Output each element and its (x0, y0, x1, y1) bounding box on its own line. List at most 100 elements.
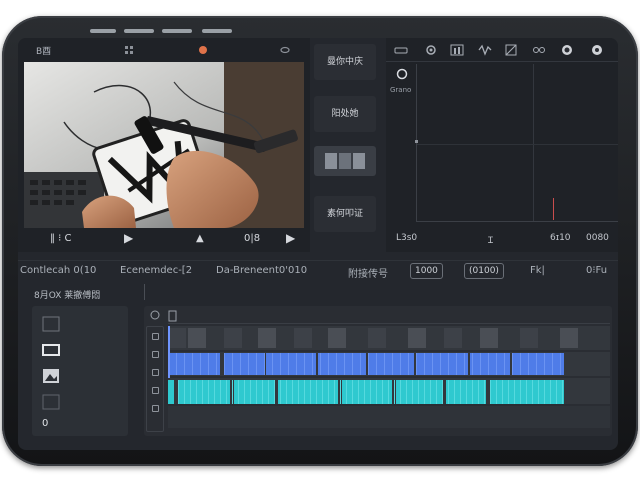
clip-frame-line[interactable] (512, 353, 513, 375)
clip-frame-line[interactable] (528, 353, 529, 375)
audio-wave-line[interactable] (508, 380, 509, 404)
audio-wave-line[interactable] (526, 380, 527, 404)
clip-frame-line[interactable] (504, 353, 505, 375)
clip-frame-line[interactable] (344, 353, 345, 375)
clip-frame-line[interactable] (288, 353, 289, 375)
video-thumbnail[interactable] (480, 328, 498, 348)
audio-wave-line[interactable] (400, 380, 401, 404)
audio-wave-line[interactable] (556, 380, 557, 404)
clip-frame-line[interactable] (408, 353, 409, 375)
video-thumbnail[interactable] (168, 328, 186, 348)
scope-mode-icon[interactable] (394, 43, 408, 57)
clip-frame-line[interactable] (184, 353, 185, 375)
audio-wave-line[interactable] (310, 380, 311, 404)
video-clip[interactable] (318, 353, 366, 375)
video-thumbnail[interactable] (328, 328, 346, 348)
audio-wave-line[interactable] (424, 380, 425, 404)
image-icon[interactable] (42, 368, 60, 384)
audio-wave-line[interactable] (190, 380, 191, 404)
track-eye-icon[interactable] (152, 351, 159, 358)
audio-wave-line[interactable] (292, 380, 293, 404)
track-mute-icon[interactable] (152, 369, 159, 376)
clip-frame-line[interactable] (328, 353, 329, 375)
clip-frame-line[interactable] (464, 353, 465, 375)
audio-wave-line[interactable] (244, 380, 245, 404)
audio-wave-line[interactable] (220, 380, 221, 404)
clip-frame-line[interactable] (256, 353, 257, 375)
clip-frame-line[interactable] (192, 353, 193, 375)
audio-wave-line[interactable] (280, 380, 281, 404)
link-icon[interactable] (280, 45, 290, 55)
audio-wave-line[interactable] (562, 380, 563, 404)
histogram-icon[interactable] (450, 43, 464, 57)
marker-button[interactable]: ▲ (196, 233, 204, 244)
clip-frame-line[interactable] (208, 353, 209, 375)
play-button[interactable]: ▶ (124, 231, 133, 245)
play-forward-button[interactable]: ▶ (286, 231, 295, 245)
audio-clip[interactable] (178, 380, 230, 404)
effect-button-3[interactable]: 素何叩证 (314, 196, 376, 232)
audio-wave-line[interactable] (178, 380, 179, 404)
target-icon[interactable] (396, 68, 408, 80)
clip-frame-line[interactable] (400, 353, 401, 375)
audio-wave-line[interactable] (340, 380, 341, 404)
audio-wave-line[interactable] (430, 380, 431, 404)
audio-wave-line[interactable] (184, 380, 185, 404)
track-solo-icon[interactable] (152, 387, 159, 394)
audio-wave-line[interactable] (304, 380, 305, 404)
effect-thumbnail-button[interactable] (314, 146, 376, 176)
audio-wave-line[interactable] (472, 380, 473, 404)
audio-wave-line[interactable] (388, 380, 389, 404)
clip-frame-line[interactable] (448, 353, 449, 375)
ruler-icon[interactable] (150, 310, 160, 320)
effect-button-2[interactable]: 阳处她 (314, 96, 376, 132)
audio-wave-line[interactable] (418, 380, 419, 404)
audio-icon[interactable] (42, 394, 60, 410)
audio-wave-line[interactable] (196, 380, 197, 404)
clip-frame-line[interactable] (232, 353, 233, 375)
video-clip[interactable] (266, 353, 316, 375)
audio-wave-line[interactable] (394, 380, 395, 404)
audio-wave-line[interactable] (208, 380, 209, 404)
toolbar-item-1[interactable]: Contlecah 0(10 (20, 265, 96, 276)
clip-frame-line[interactable] (216, 353, 217, 375)
video-thumbnail[interactable] (258, 328, 276, 348)
track-settings-icon[interactable] (152, 405, 159, 412)
grid-icon[interactable] (124, 45, 134, 55)
clip-frame-line[interactable] (280, 353, 281, 375)
audio-wave-line[interactable] (334, 380, 335, 404)
clip-frame-line[interactable] (176, 353, 177, 375)
audio-wave-line[interactable] (484, 380, 485, 404)
audio-wave-line[interactable] (274, 380, 275, 404)
clip-frame-line[interactable] (552, 353, 553, 375)
toolbar-item-4[interactable]: 附接传号 (348, 265, 388, 280)
clip-frame-line[interactable] (272, 353, 273, 375)
video-clip[interactable] (512, 353, 564, 375)
video-thumbnail[interactable] (368, 328, 386, 348)
clip-frame-line[interactable] (432, 353, 433, 375)
audio-clip[interactable] (342, 380, 392, 404)
audio-wave-line[interactable] (226, 380, 227, 404)
audio-wave-line[interactable] (520, 380, 521, 404)
waveform-icon[interactable] (478, 43, 492, 57)
clip-frame-line[interactable] (560, 353, 561, 375)
clip-frame-line[interactable] (320, 353, 321, 375)
audio-wave-line[interactable] (352, 380, 353, 404)
audio-wave-line[interactable] (436, 380, 437, 404)
clip-frame-line[interactable] (304, 353, 305, 375)
video-clip[interactable] (168, 353, 220, 375)
video-clip[interactable] (224, 353, 264, 375)
audio-wave-line[interactable] (382, 380, 383, 404)
audio-wave-line[interactable] (442, 380, 443, 404)
clip-frame-line[interactable] (536, 353, 537, 375)
audio-wave-line[interactable] (316, 380, 317, 404)
clip-frame-line[interactable] (240, 353, 241, 375)
toolbar-item-7[interactable]: Fk| (530, 265, 545, 276)
audio-wave-line[interactable] (214, 380, 215, 404)
audio-wave-line[interactable] (544, 380, 545, 404)
record-icon[interactable] (198, 45, 208, 55)
audio-wave-line[interactable] (502, 380, 503, 404)
clip-frame-line[interactable] (520, 353, 521, 375)
audio-wave-line[interactable] (514, 380, 515, 404)
clip-frame-line[interactable] (544, 353, 545, 375)
